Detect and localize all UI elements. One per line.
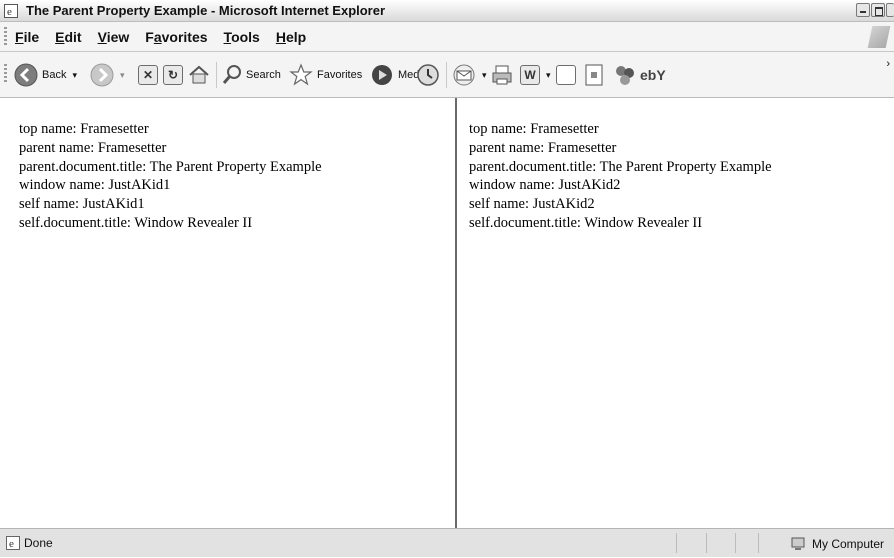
status-text: Done: [24, 536, 53, 550]
menu-favorites[interactable]: Favorites: [145, 29, 207, 45]
frame-line: parent.document.title: The Parent Proper…: [469, 158, 772, 175]
home-icon: [189, 65, 209, 84]
status-divider: [676, 533, 677, 553]
favorites-button[interactable]: Favorites: [289, 52, 362, 98]
frame-line: self.document.title: Window Revealer II: [469, 214, 703, 231]
close-button[interactable]: [886, 3, 894, 17]
stop-button[interactable]: ✕: [138, 52, 158, 98]
mail-icon: [453, 64, 475, 86]
edit-button[interactable]: W ▾: [520, 52, 551, 98]
mail-dropdown-icon[interactable]: ▾: [482, 70, 487, 81]
svg-text:e: e: [9, 538, 14, 550]
history-icon: [417, 64, 439, 86]
page-status-icon: e: [6, 536, 20, 550]
menu-bar: File Edit View Favorites Tools Help: [0, 22, 894, 52]
messenger-icon: [616, 66, 634, 85]
research-button[interactable]: [584, 52, 604, 98]
history-button[interactable]: [416, 52, 440, 98]
security-zone[interactable]: My Computer: [790, 529, 884, 558]
ebay-icon: ebY: [640, 67, 666, 83]
media-icon: [372, 65, 392, 85]
frame-line: top name: Framesetter: [469, 121, 599, 137]
menu-file[interactable]: File: [15, 29, 39, 45]
print-icon: [492, 65, 512, 85]
messenger-button[interactable]: [612, 52, 638, 98]
toolbar-grip[interactable]: [4, 64, 7, 84]
window-title: The Parent Property Example - Microsoft …: [26, 3, 386, 18]
print-button[interactable]: [490, 52, 514, 98]
window-controls: [856, 3, 894, 17]
menu-tools[interactable]: Tools: [224, 29, 260, 45]
back-dropdown-icon[interactable]: ▾: [72, 70, 77, 81]
frame-right: top name: Framesetter parent name: Frame…: [457, 98, 894, 528]
forward-button[interactable]: ▾: [90, 52, 125, 98]
menu-help[interactable]: Help: [276, 29, 306, 45]
frame-left: top name: Framesetter parent name: Frame…: [0, 98, 457, 528]
mail-button[interactable]: ▾: [452, 52, 487, 98]
menu-view[interactable]: View: [98, 29, 130, 45]
ie-icon: e: [4, 3, 18, 18]
refresh-button[interactable]: ↻: [163, 52, 183, 98]
minimize-button[interactable]: [856, 3, 870, 17]
maximize-button[interactable]: [871, 3, 885, 17]
frame-line: self name: JustAKid2: [469, 196, 595, 213]
edit-dropdown-icon[interactable]: ▾: [546, 70, 551, 81]
zone-text: My Computer: [812, 536, 885, 551]
toolbar-separator: [446, 62, 447, 88]
status-divider: [758, 533, 759, 553]
frame-line: parent.document.title: The Parent Proper…: [19, 158, 322, 175]
svg-text:e: e: [7, 6, 12, 18]
title-bar: e The Parent Property Example - Microsof…: [0, 0, 894, 22]
discuss-icon: [556, 65, 576, 85]
toolbar-separator: [216, 62, 217, 88]
refresh-icon: ↻: [163, 65, 183, 85]
standard-toolbar: Back ▾ ▾ ✕ ↻ Search Favorites Media ▾ W …: [0, 52, 894, 98]
word-edit-icon: W: [520, 65, 540, 85]
discuss-button[interactable]: [556, 52, 576, 98]
browser-window: e The Parent Property Example - Microsof…: [0, 0, 894, 557]
menu-edit[interactable]: Edit: [55, 29, 81, 45]
frame-line: parent name: Framesetter: [19, 139, 167, 156]
back-arrow-icon: [14, 63, 38, 87]
my-computer-icon: [791, 537, 805, 550]
favorites-star-icon: [289, 63, 313, 86]
back-button[interactable]: Back ▾: [14, 52, 77, 98]
ebay-button[interactable]: ebY: [640, 52, 666, 98]
search-magnifier-icon: [222, 65, 241, 84]
forward-arrow-icon: [90, 63, 114, 87]
search-button[interactable]: Search: [222, 52, 281, 98]
frame-line: window name: JustAKid2: [469, 177, 621, 194]
research-icon: [585, 64, 603, 86]
windows-logo-icon: [867, 26, 891, 48]
frame-line: window name: JustAKid1: [19, 177, 171, 194]
frame-line: top name: Framesetter: [19, 121, 149, 137]
forward-dropdown-icon[interactable]: ▾: [120, 70, 125, 81]
status-divider: [706, 533, 707, 553]
menu-grip[interactable]: [4, 26, 7, 47]
toolbar-overflow-icon[interactable]: ›: [886, 58, 890, 70]
status-bar: e Done My Computer: [0, 528, 894, 557]
stop-icon: ✕: [138, 65, 158, 85]
home-button[interactable]: [188, 52, 210, 98]
status-divider: [735, 533, 736, 553]
frame-line: parent name: Framesetter: [469, 139, 617, 156]
frame-line: self.document.title: Window Revealer II: [19, 214, 253, 231]
frame-line: self name: JustAKid1: [19, 196, 145, 213]
